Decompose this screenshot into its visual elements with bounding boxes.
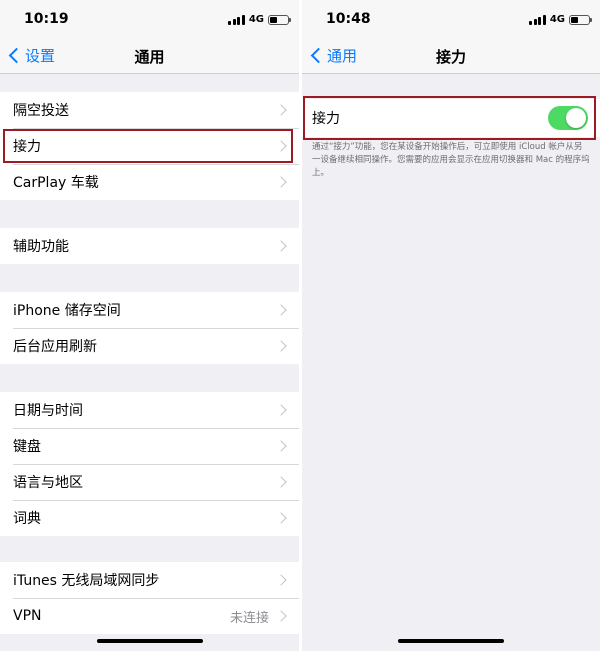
settings-row-keyboard[interactable]: 键盘 [0,428,299,464]
settings-row-iphone-storage[interactable]: iPhone 储存空间 [0,292,299,328]
signal-icon [228,14,245,25]
right-screen: 10:48 4G 通用 接力 接力 通过“接力”功能，您在某设备开始操作后，可立… [302,0,600,651]
back-button[interactable]: 通用 [310,45,357,66]
row-label: 键盘 [13,439,41,455]
row-label: 隔空投送 [13,103,69,119]
settings-row-handoff[interactable]: 接力 [0,128,299,164]
chevron-right-icon [275,610,287,622]
navigation-bar: 通用 接力 [302,38,600,74]
status-bar: 10:48 4G [302,0,600,38]
navigation-bar: 设置 通用 [0,38,299,74]
row-label: 后台应用刷新 [13,339,97,355]
chevron-right-icon [275,176,287,188]
back-label: 通用 [327,47,358,65]
row-label: 接力 [13,139,41,155]
chevron-right-icon [275,512,287,524]
settings-row-airdrop[interactable]: 隔空投送 [0,92,299,128]
chevron-right-icon [275,440,287,452]
status-time: 10:48 [326,11,371,27]
settings-row-language-region[interactable]: 语言与地区 [0,464,299,500]
chevron-right-icon [275,476,287,488]
handoff-description: 通过“接力”功能，您在某设备开始操作后，可立即使用 iCloud 帐户从另一设备… [312,142,590,178]
settings-group-accessibility: 辅助功能 [0,228,299,264]
handoff-toggle[interactable] [548,106,588,130]
settings-row-vpn[interactable]: VPN 未连接 [0,598,299,634]
row-label: VPN [13,608,42,624]
row-label: 词典 [13,511,41,527]
row-label: 日期与时间 [13,403,83,419]
settings-row-itunes-wifi-sync[interactable]: iTunes 无线局域网同步 [0,562,299,598]
status-bar: 10:19 4G [0,0,299,38]
row-label: iPhone 储存空间 [13,303,121,319]
network-type: 4G [248,14,264,25]
battery-icon [569,14,592,25]
row-label: iTunes 无线局域网同步 [13,573,160,589]
settings-row-accessibility[interactable]: 辅助功能 [0,228,299,264]
handoff-toggle-row: 接力 [302,99,600,137]
settings-row-date-time[interactable]: 日期与时间 [0,392,299,428]
status-time: 10:19 [24,11,69,27]
back-button[interactable]: 设置 [8,45,55,66]
settings-group-sharing: 隔空投送 接力 CarPlay 车载 [0,92,299,200]
signal-icon [529,14,546,25]
status-icons: 4G [529,14,592,25]
home-indicator [96,639,203,643]
settings-group-locale: 日期与时间 键盘 语言与地区 词典 [0,392,299,536]
chevron-right-icon [275,104,287,116]
chevron-right-icon [275,340,287,352]
settings-row-carplay[interactable]: CarPlay 车载 [0,164,299,200]
settings-row-dictionary[interactable]: 词典 [0,500,299,536]
chevron-right-icon [275,240,287,252]
settings-group-sync: iTunes 无线局域网同步 VPN 未连接 [0,562,299,634]
toggle-knob [566,108,586,128]
chevron-right-icon [275,140,287,152]
vpn-status: 未连接 [229,610,269,626]
battery-icon [268,14,291,25]
settings-row-background-refresh[interactable]: 后台应用刷新 [0,328,299,364]
network-type: 4G [549,14,565,25]
row-label: CarPlay 车载 [13,175,99,191]
chevron-left-icon [310,47,327,64]
home-indicator [398,639,504,643]
row-label: 语言与地区 [13,475,83,491]
chevron-right-icon [275,574,287,586]
settings-group-storage: iPhone 储存空间 后台应用刷新 [0,292,299,364]
row-label: 辅助功能 [13,239,69,255]
handoff-label: 接力 [312,111,340,127]
chevron-right-icon [275,404,287,416]
chevron-left-icon [8,47,25,64]
chevron-right-icon [275,304,287,316]
status-icons: 4G [228,14,291,25]
left-screen: 10:19 4G 设置 通用 隔空投送 接力 CarPlay 车载 辅助功能 i… [0,0,299,651]
back-label: 设置 [25,47,56,65]
